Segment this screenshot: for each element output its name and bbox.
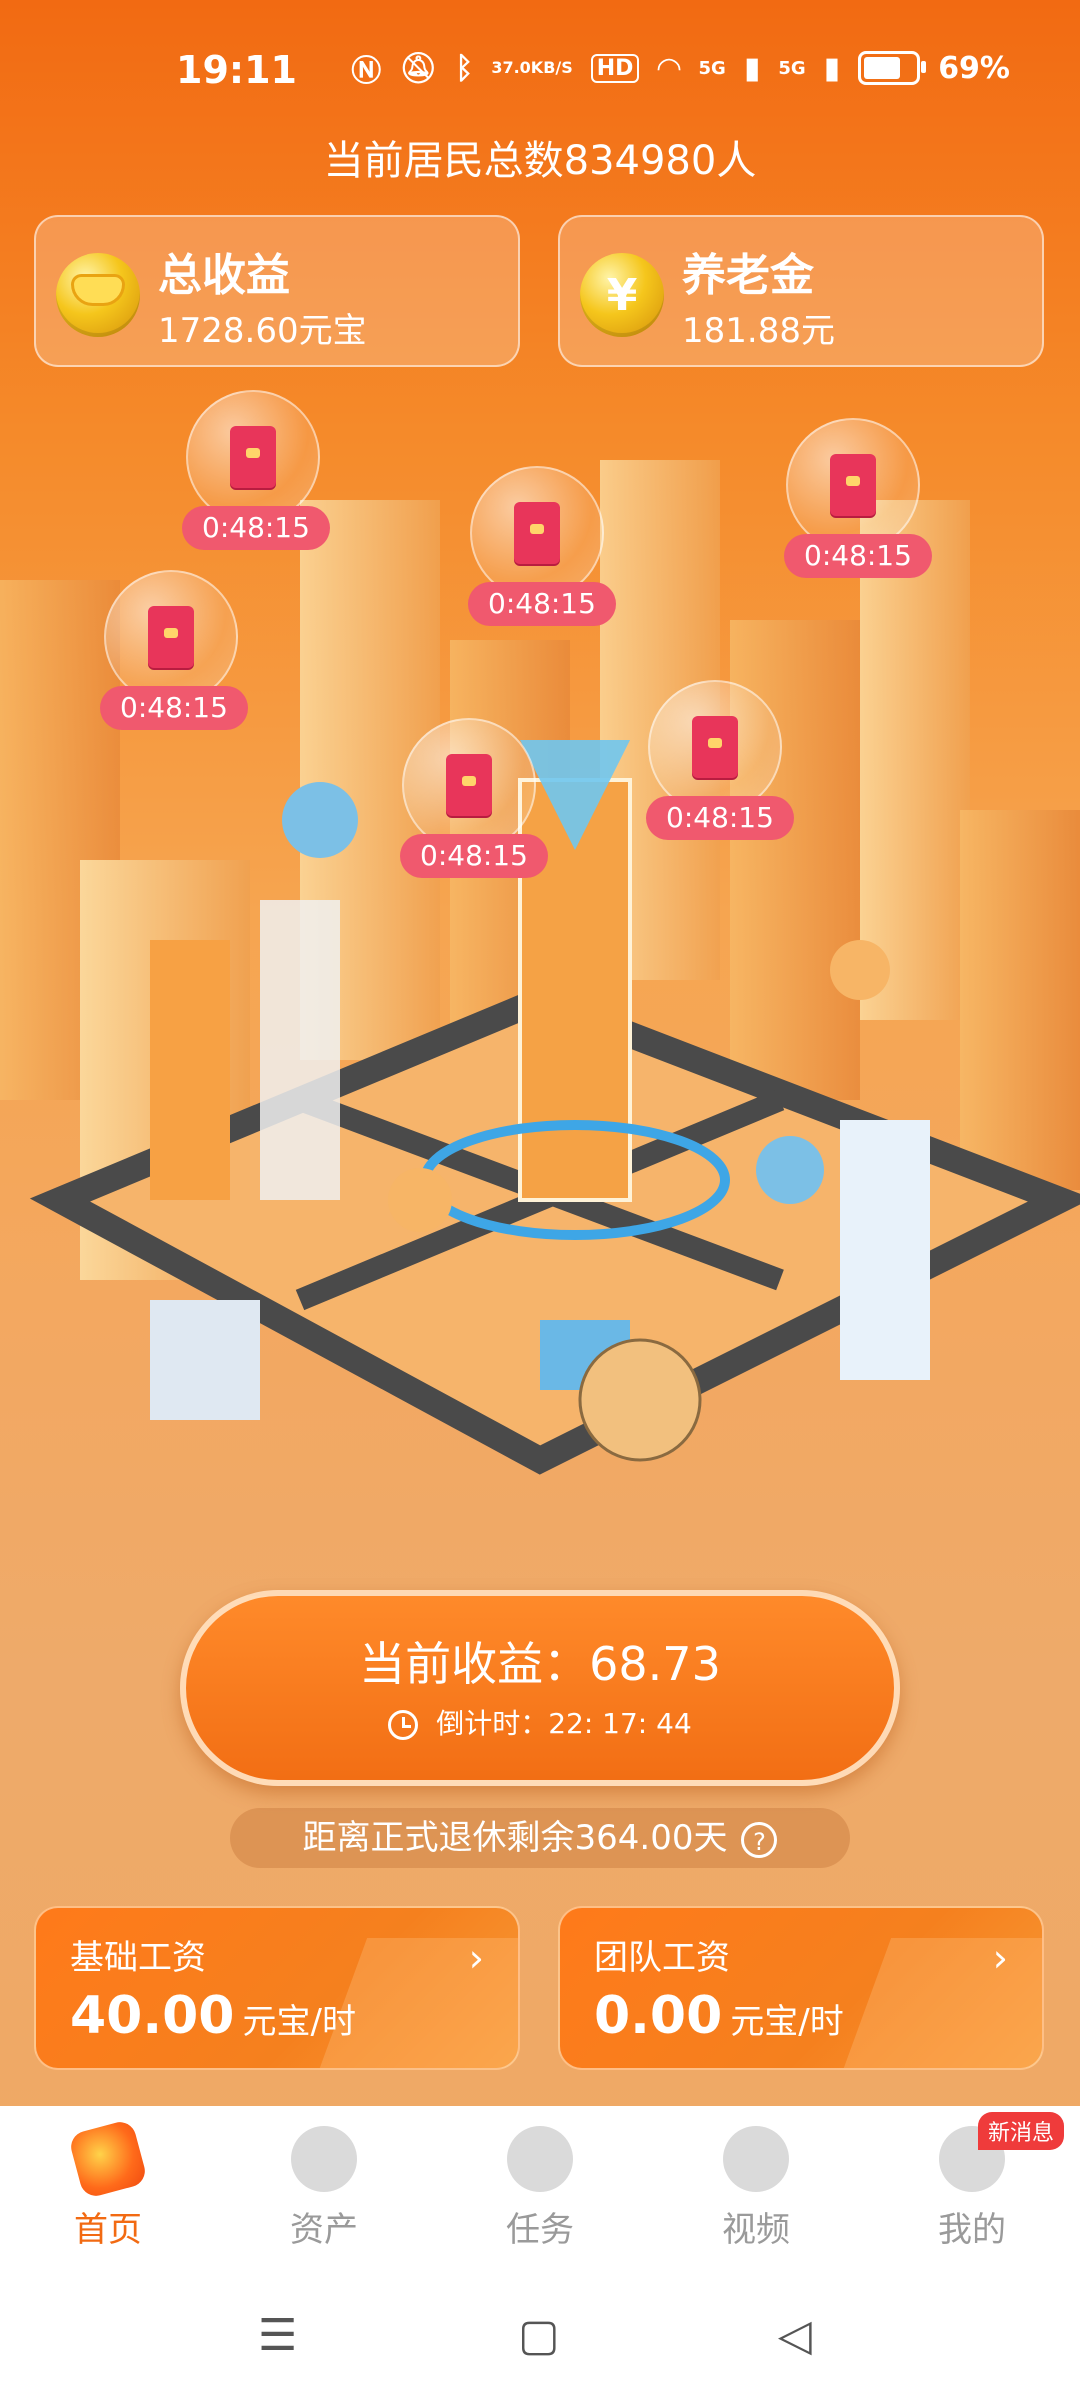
- net-speed-unit: KB/S: [530, 58, 573, 77]
- app-screen: 19:11 Ⓝ 🔕︎ ᛒ 37.0 KB/S HD ◠ 5G ▮ 5G ▮ 69…: [0, 0, 1080, 2400]
- signal-5g-1: 5G: [698, 57, 726, 79]
- basic-wage-value: 40.00: [70, 1986, 235, 2046]
- status-time: 19:11: [176, 48, 297, 92]
- home-icon: [67, 2118, 149, 2200]
- red-packet-timer: 0:48:15: [468, 582, 616, 626]
- home-square-icon[interactable]: ▢: [518, 2314, 560, 2358]
- red-packet-timer: 0:48:15: [784, 534, 932, 578]
- battery-percent: 69%: [938, 50, 1010, 86]
- red-packet-timer: 0:48:15: [100, 686, 248, 730]
- gold-ingot-icon: [56, 253, 140, 337]
- mute-icon: 🔕︎: [399, 50, 438, 86]
- nfc-icon: Ⓝ: [351, 54, 382, 89]
- basic-wage-card[interactable]: 基础工资 › 40.00 元宝/时: [34, 1906, 520, 2070]
- tab-mine-label: 我的: [938, 2210, 1006, 2250]
- tab-assets-label: 资产: [290, 2210, 358, 2250]
- signal-5g-2: 5G: [778, 57, 806, 79]
- net-speed: 37.0 KB/S: [491, 60, 572, 76]
- clock-icon: [388, 1710, 419, 1740]
- team-wage-unit: 元宝/时: [730, 2002, 844, 2042]
- signal-bars-icon-2: ▮: [823, 50, 841, 86]
- red-packet-timer: 0:48:15: [646, 796, 794, 840]
- team-wage-card[interactable]: 团队工资 › 0.00 元宝/时: [558, 1906, 1044, 2070]
- red-packet-bubble[interactable]: [104, 570, 238, 704]
- total-earnings-value: 1728.60元宝: [158, 311, 367, 351]
- team-wage-value: 0.00: [594, 1986, 723, 2046]
- basic-wage-title: 基础工资: [70, 1938, 206, 1978]
- pension-value: 181.88元: [682, 311, 835, 351]
- retirement-text: 距离正式退休剩余364.00天: [302, 1818, 728, 1858]
- red-envelope-icon: [692, 716, 738, 778]
- red-packet-timer: 0:48:15: [182, 506, 330, 550]
- team-wage-value-row: 0.00 元宝/时: [594, 1986, 844, 2046]
- team-wage-title: 团队工资: [594, 1938, 730, 1978]
- total-earnings-title: 总收益: [158, 250, 290, 301]
- tab-video[interactable]: 视频: [676, 2126, 836, 2251]
- resident-count: 当前居民总数834980人: [323, 138, 757, 184]
- tab-assets[interactable]: 资产: [244, 2126, 404, 2251]
- status-bar: 19:11 Ⓝ 🔕︎ ᛒ 37.0 KB/S HD ◠ 5G ▮ 5G ▮ 69…: [0, 0, 1080, 140]
- pension-title: 养老金: [682, 250, 814, 301]
- video-icon: [723, 2126, 789, 2192]
- red-packet-bubble[interactable]: [470, 466, 604, 600]
- chevron-right-icon: ›: [992, 1936, 1008, 1980]
- menu-icon[interactable]: ☰: [258, 2314, 297, 2358]
- new-message-badge: 新消息: [978, 2112, 1065, 2150]
- hd-icon: HD: [590, 53, 640, 83]
- tasks-icon: [507, 2126, 573, 2192]
- chevron-right-icon: ›: [468, 1936, 484, 1980]
- battery-icon: [858, 51, 927, 85]
- yen-coin-icon: ¥: [580, 253, 664, 337]
- bluetooth-icon: ᛒ: [455, 50, 474, 86]
- red-envelope-icon: [446, 754, 492, 816]
- net-speed-value: 37.0: [491, 58, 531, 77]
- tab-home[interactable]: 首页: [28, 2118, 188, 2251]
- red-envelope-icon: [148, 606, 194, 668]
- tab-mine[interactable]: 新消息 我的: [892, 2112, 1065, 2251]
- tab-video-label: 视频: [722, 2210, 790, 2250]
- countdown-label: 倒计时：22: 17: 44: [436, 1707, 692, 1740]
- countdown: 倒计时：22: 17: 44: [186, 1702, 894, 1742]
- red-envelope-icon: [230, 426, 276, 488]
- red-packet-bubble[interactable]: [786, 418, 920, 552]
- back-icon[interactable]: ◁: [778, 2314, 812, 2358]
- current-earnings-button[interactable]: 当前收益：68.73 倒计时：22: 17: 44: [180, 1590, 900, 1786]
- red-packet-bubble[interactable]: [402, 718, 536, 852]
- tab-tasks-label: 任务: [506, 2210, 574, 2250]
- pension-card[interactable]: ¥ 养老金 181.88元: [558, 215, 1044, 367]
- current-earnings-label: 当前收益：68.73: [359, 1637, 721, 1691]
- tab-home-label: 首页: [74, 2210, 142, 2250]
- bottom-tab-bar: 首页 资产 任务 视频 新消息 我的: [0, 2106, 1080, 2276]
- red-packet-timer: 0:48:15: [400, 834, 548, 878]
- red-envelope-icon: [830, 454, 876, 516]
- basic-wage-value-row: 40.00 元宝/时: [70, 1986, 356, 2046]
- red-packet-bubble[interactable]: [648, 680, 782, 814]
- signal-bars-icon: ▮: [743, 50, 761, 86]
- total-earnings-card[interactable]: 总收益 1728.60元宝: [34, 215, 520, 367]
- red-packet-bubble[interactable]: [186, 390, 320, 524]
- help-icon[interactable]: ?: [741, 1821, 778, 1858]
- retirement-remaining: 距离正式退休剩余364.00天?: [230, 1808, 850, 1868]
- assets-icon: [291, 2126, 357, 2192]
- basic-wage-unit: 元宝/时: [242, 2002, 356, 2042]
- tab-tasks[interactable]: 任务: [460, 2126, 620, 2251]
- wifi-icon: ◠: [657, 50, 681, 86]
- system-nav-bar: ☰ ▢ ◁: [0, 2276, 1080, 2400]
- red-envelope-icon: [514, 502, 560, 564]
- status-icons: Ⓝ 🔕︎ ᛒ 37.0 KB/S HD ◠ 5G ▮ 5G ▮ 69%: [351, 46, 1010, 90]
